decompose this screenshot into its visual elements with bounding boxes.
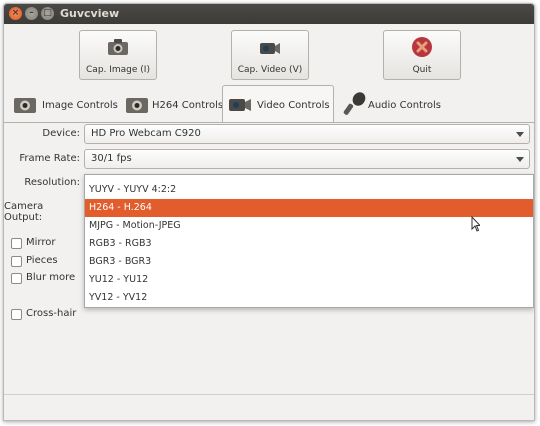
blur-more-label: Blur more [26, 272, 76, 283]
dropdown-option-rgb3[interactable]: RGB3 - RGB3 [85, 235, 533, 253]
window-title: Guvcview [60, 7, 120, 20]
camera-output-dropdown: YUYV - YUYV 4:2:2 H264 - H.264 MJPG - Mo… [84, 174, 534, 308]
tab-video-controls[interactable]: Video Controls [222, 85, 334, 122]
tab-label: Video Controls [257, 100, 330, 111]
status-bar [4, 394, 534, 420]
chevron-down-icon [516, 132, 524, 137]
camera-icon [126, 98, 148, 113]
dropdown-option-yuyv[interactable]: YUYV - YUYV 4:2:2 [85, 181, 533, 199]
dropdown-option-h264[interactable]: H264 - H.264 [85, 199, 533, 217]
quit-button[interactable]: Quit [383, 30, 461, 80]
video-camera-icon [229, 99, 251, 111]
microphone-icon [343, 92, 366, 115]
maximize-window-button[interactable]: □ [41, 7, 54, 20]
close-window-button[interactable]: × [9, 7, 22, 20]
option-label: RGB3 - RGB3 [89, 238, 152, 249]
video-camera-icon [260, 43, 280, 54]
cross-hair-label: Cross-hair [26, 308, 77, 319]
blur-more-checkbox[interactable] [11, 273, 22, 284]
chevron-down-icon [516, 157, 524, 162]
pieces-checkbox[interactable] [11, 256, 22, 267]
title-bar: × – □ Guvcview [4, 4, 534, 24]
tab-label: H264 Controls [152, 100, 224, 111]
dropdown-option-yv12[interactable]: YV12 - YV12 [85, 289, 533, 307]
quit-icon [412, 37, 432, 57]
option-label: YUYV - YUYV 4:2:2 [89, 184, 177, 195]
frame-rate-label: Frame Rate: [19, 153, 80, 164]
camera-icon [14, 98, 36, 113]
tab-bar: Image Controls H264 Controls Video Contr… [4, 82, 534, 123]
tab-label: Audio Controls [368, 100, 441, 111]
cap-image-button[interactable]: Cap. Image (I) [79, 30, 157, 80]
tab-label: Image Controls [42, 100, 118, 111]
option-label: YV12 - YV12 [89, 292, 148, 303]
frame-rate-select[interactable]: 30/1 fps [84, 149, 530, 169]
dropdown-option-yu12[interactable]: YU12 - YU12 [85, 271, 533, 289]
cap-image-label: Cap. Image (I) [86, 65, 150, 75]
option-label: H264 - H.264 [89, 202, 152, 213]
device-value: HD Pro Webcam C920 [91, 128, 201, 139]
dropdown-option-bgr3[interactable]: BGR3 - BGR3 [85, 253, 533, 271]
resolution-label: Resolution: [24, 177, 80, 188]
tab-audio-controls[interactable]: Audio Controls [338, 86, 442, 121]
cap-video-label: Cap. Video (V) [237, 65, 303, 75]
device-label: Device: [42, 128, 80, 139]
option-label: BGR3 - BGR3 [89, 256, 152, 267]
guvcview-window: × – □ Guvcview Cap. Image (I) Cap. Video… [3, 3, 535, 421]
option-label: MJPG - Motion-JPEG [89, 220, 181, 231]
tab-image-controls[interactable]: Image Controls [8, 86, 118, 121]
quit-label: Quit [412, 65, 432, 75]
device-select[interactable]: HD Pro Webcam C920 [84, 124, 530, 144]
frame-rate-value: 30/1 fps [91, 153, 132, 164]
dropdown-option-mjpg[interactable]: MJPG - Motion-JPEG [85, 217, 533, 235]
camera-icon [108, 39, 128, 55]
minimize-window-button[interactable]: – [25, 7, 38, 20]
mirror-label: Mirror [26, 237, 56, 248]
pieces-label: Pieces [26, 255, 58, 266]
camera-output-label: Camera Output: [4, 201, 44, 223]
option-label: YU12 - YU12 [89, 274, 149, 285]
mirror-checkbox[interactable] [11, 238, 22, 249]
cap-video-button[interactable]: Cap. Video (V) [231, 30, 309, 80]
text-cursor-icon [471, 216, 480, 232]
tab-h264-controls[interactable]: H264 Controls [120, 86, 224, 121]
cross-hair-checkbox[interactable] [11, 309, 22, 320]
